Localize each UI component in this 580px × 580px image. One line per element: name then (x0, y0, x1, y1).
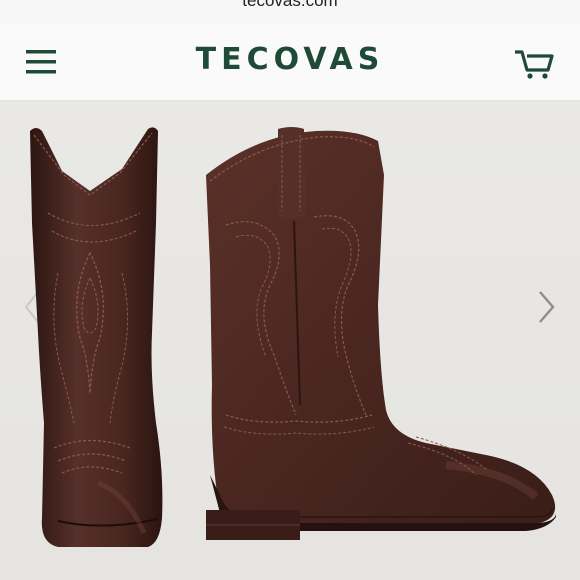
boot-front-image (30, 127, 163, 548)
cart-icon[interactable] (512, 44, 556, 80)
url-text: tecovas.com (242, 0, 338, 10)
browser-url-bar[interactable]: tecovas.com (0, 0, 580, 25)
product-image-gallery (0, 101, 580, 580)
brand-logo[interactable]: TECOVAS (0, 42, 580, 77)
boot-side-image (206, 127, 556, 540)
site-header: TECOVAS (0, 24, 580, 101)
